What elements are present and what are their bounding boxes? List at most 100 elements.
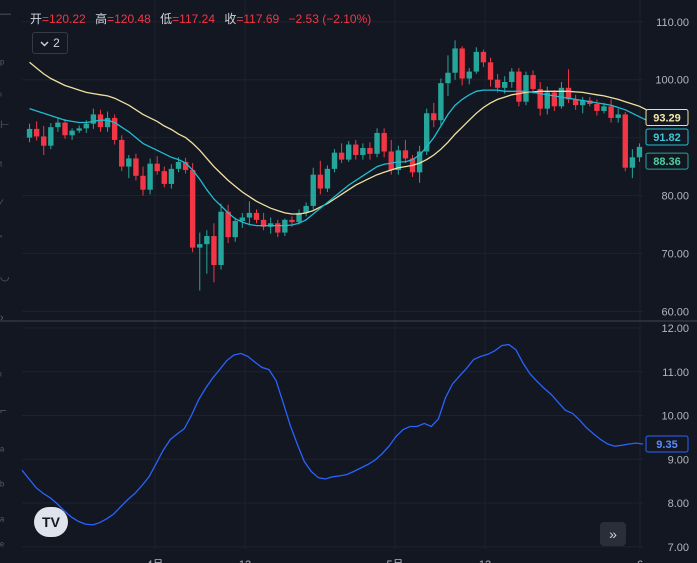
y-tick-label: 60.00	[661, 306, 689, 318]
candle-body	[175, 161, 182, 169]
candle-body	[197, 244, 203, 248]
candle-body	[253, 212, 260, 220]
candle-body	[41, 136, 47, 146]
indicator-count: 2	[53, 36, 60, 50]
candle-body	[147, 163, 153, 190]
candle-body	[62, 122, 68, 136]
candle-body	[402, 150, 409, 159]
candle-body	[480, 51, 487, 63]
last-price-label: 88.36	[653, 156, 681, 168]
candle-body	[466, 71, 472, 79]
double-chevron-right-icon: »	[609, 526, 617, 542]
candle-body	[133, 158, 139, 176]
candle-body	[232, 220, 238, 238]
open-value: =120.22	[42, 12, 86, 26]
candle-body	[289, 219, 295, 223]
candle-body	[338, 152, 345, 160]
candle-body	[360, 148, 366, 155]
x-tick-label: 12	[479, 559, 491, 563]
candle-body	[324, 168, 331, 189]
candle-body	[275, 223, 281, 233]
chevron-down-icon	[40, 36, 49, 50]
candle-body	[225, 211, 231, 238]
candle-body	[551, 92, 558, 107]
ma-short-price-label: 91.82	[653, 132, 681, 144]
change-value: −2.53 (−2.10%)	[288, 12, 372, 26]
tradingview-logo[interactable]: TV	[34, 507, 68, 537]
candle-body	[211, 236, 217, 265]
candle-body	[367, 148, 373, 154]
candle-body	[119, 139, 125, 167]
chart-canvas[interactable]: 60.0070.0080.0090.00100.00110.007.008.00…	[0, 0, 697, 563]
candle-body	[69, 130, 75, 136]
scroll-to-realtime-button[interactable]: »	[600, 522, 626, 546]
candle-body	[345, 144, 352, 160]
candle-body	[622, 114, 628, 168]
x-tick-label: 5月	[386, 559, 403, 563]
candle-body	[608, 106, 614, 118]
open-label: 开	[30, 12, 43, 26]
candle-body	[55, 122, 61, 128]
candle-body	[629, 157, 636, 168]
candle-body	[140, 175, 146, 190]
candle-body	[239, 217, 245, 221]
candle-body	[636, 146, 643, 158]
candle-body	[83, 123, 89, 129]
candle-body	[33, 128, 40, 137]
close-value: =117.69	[236, 12, 280, 26]
candle-body	[381, 132, 387, 152]
candle-body	[218, 211, 224, 265]
candle-body	[246, 212, 253, 218]
candle-body	[502, 82, 508, 88]
candle-body	[353, 144, 359, 155]
candle-body	[594, 104, 600, 111]
x-tick-label: 4月	[146, 559, 163, 563]
candle-body	[431, 113, 437, 121]
ma-long-price-label: 93.29	[653, 113, 681, 125]
candle-body	[424, 113, 430, 152]
candle-body	[473, 51, 480, 72]
candle-body	[76, 128, 82, 131]
candle-body	[48, 127, 54, 146]
candle-body	[530, 75, 536, 89]
y-tick-label: 70.00	[661, 248, 689, 260]
candle-body	[310, 174, 316, 206]
y-tick-label: 9.00	[668, 454, 689, 466]
y-tick-label: 11.00	[662, 367, 689, 379]
candle-body	[204, 236, 210, 245]
candle-body	[459, 48, 465, 79]
y-tick-label: 80.00	[661, 191, 689, 203]
candle-body	[445, 72, 451, 84]
candle-body	[452, 48, 458, 73]
candle-body	[516, 71, 522, 102]
candle-body	[189, 170, 196, 248]
candle-body	[161, 171, 167, 184]
candle-body	[26, 128, 33, 138]
high-value: =120.48	[107, 12, 151, 26]
candle-body	[374, 132, 380, 154]
y-tick-label: 110.00	[656, 17, 689, 29]
candle-body	[601, 106, 607, 111]
candle-body	[523, 75, 529, 102]
candle-body	[154, 163, 160, 172]
candle-body	[104, 117, 111, 128]
y-tick-label: 10.00	[661, 411, 689, 423]
y-tick-label: 100.00	[655, 75, 689, 87]
x-tick-label: 12	[239, 559, 251, 563]
low-value: =117.24	[172, 12, 215, 26]
y-tick-label: 12.00	[661, 323, 689, 335]
candle-body	[331, 152, 338, 169]
close-label: 收	[224, 12, 237, 26]
x-tick-label: 6	[637, 559, 643, 563]
candle-body	[615, 114, 621, 118]
indicator-price-label: 9.35	[656, 439, 677, 451]
y-tick-label: 7.00	[668, 542, 689, 554]
indicator-toggle-button[interactable]: 2	[32, 32, 68, 54]
low-label: 低	[160, 12, 173, 26]
y-tick-label: 8.00	[668, 498, 689, 510]
candle-body	[388, 151, 394, 171]
candle-body	[494, 79, 501, 88]
candle-body	[487, 62, 494, 80]
candle-body	[126, 158, 132, 167]
candle-body	[438, 83, 444, 121]
